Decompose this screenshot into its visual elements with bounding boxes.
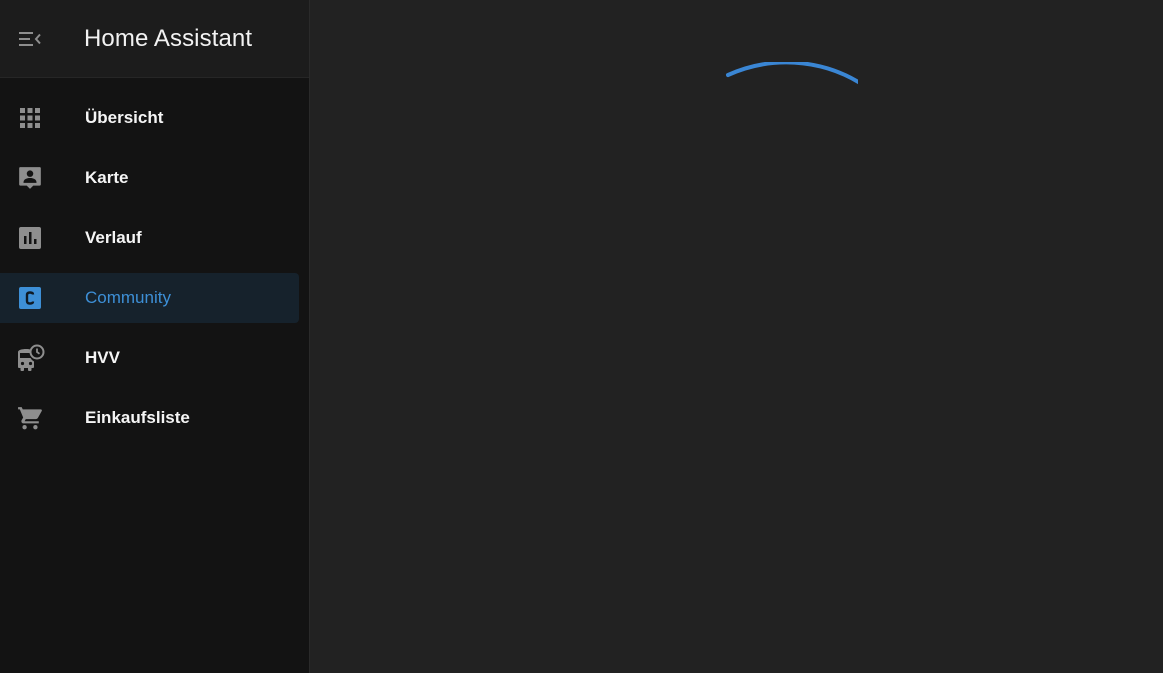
cart-icon xyxy=(0,393,60,443)
main-content xyxy=(310,0,1163,673)
loading-spinner xyxy=(726,62,858,85)
sidebar-item-map[interactable]: Karte xyxy=(0,153,299,203)
account-box-map-icon xyxy=(0,153,60,203)
view-dashboard-grid-icon xyxy=(0,93,60,143)
sidebar-item-label: HVV xyxy=(85,348,120,367)
sidebar-item-shopping-list[interactable]: Einkaufsliste xyxy=(0,393,299,443)
sidebar-header: Home Assistant xyxy=(0,0,309,78)
sidebar-item-history[interactable]: Verlauf xyxy=(0,213,299,263)
alpha-c-box-icon xyxy=(0,273,60,323)
menu-collapse-icon xyxy=(19,31,41,46)
sidebar-item-community[interactable]: Community xyxy=(0,273,299,323)
sidebar-item-label: Verlauf xyxy=(85,228,142,247)
app-title: Home Assistant xyxy=(84,24,253,52)
app-root: Home Assistant Übersicht Karte Verlauf C… xyxy=(0,0,1163,673)
sidebar-item-label: Community xyxy=(85,288,171,307)
menu-toggle-button[interactable] xyxy=(0,0,60,78)
chart-box-icon xyxy=(0,213,60,263)
sidebar-item-overview[interactable]: Übersicht xyxy=(0,93,299,143)
sidebar-item-label: Einkaufsliste xyxy=(85,408,190,427)
sidebar: Home Assistant Übersicht Karte Verlauf C… xyxy=(0,0,310,673)
bus-clock-icon xyxy=(0,333,60,383)
sidebar-nav: Übersicht Karte Verlauf Community HVV Ei… xyxy=(0,78,309,443)
sidebar-item-label: Karte xyxy=(85,168,129,187)
sidebar-item-label: Übersicht xyxy=(85,108,164,127)
sidebar-item-hvv[interactable]: HVV xyxy=(0,333,299,383)
